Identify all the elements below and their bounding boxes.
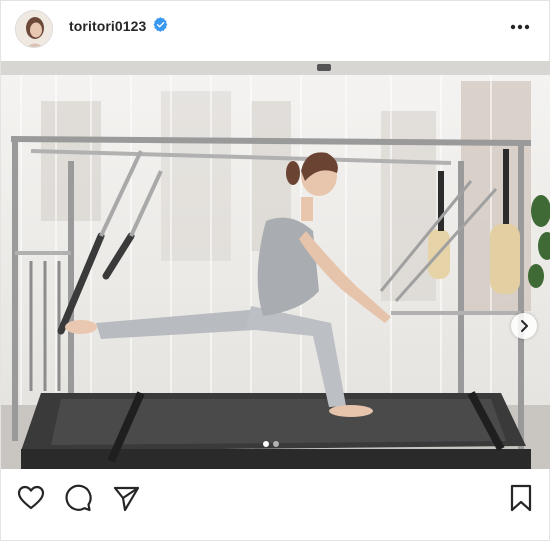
paper-plane-icon[interactable] [111,483,141,513]
carousel-indicator [263,441,279,447]
carousel-dot-active [263,441,269,447]
verified-badge-icon [153,17,168,32]
instagram-post: toritori0123 [0,0,550,541]
post-header: toritori0123 [1,1,550,55]
post-actions [1,483,550,523]
carousel-dot [273,441,279,447]
avatar[interactable] [15,10,53,48]
post-photo[interactable] [1,61,550,469]
bookmark-icon[interactable] [506,483,536,513]
carousel-next-button[interactable] [511,313,537,339]
liked-by-avatars[interactable] [15,535,55,541]
more-options-icon[interactable] [507,14,533,40]
username[interactable]: toritori0123 [69,18,146,34]
heart-icon[interactable] [16,483,46,513]
chevron-right-icon [521,320,528,332]
comment-icon[interactable] [63,483,93,513]
